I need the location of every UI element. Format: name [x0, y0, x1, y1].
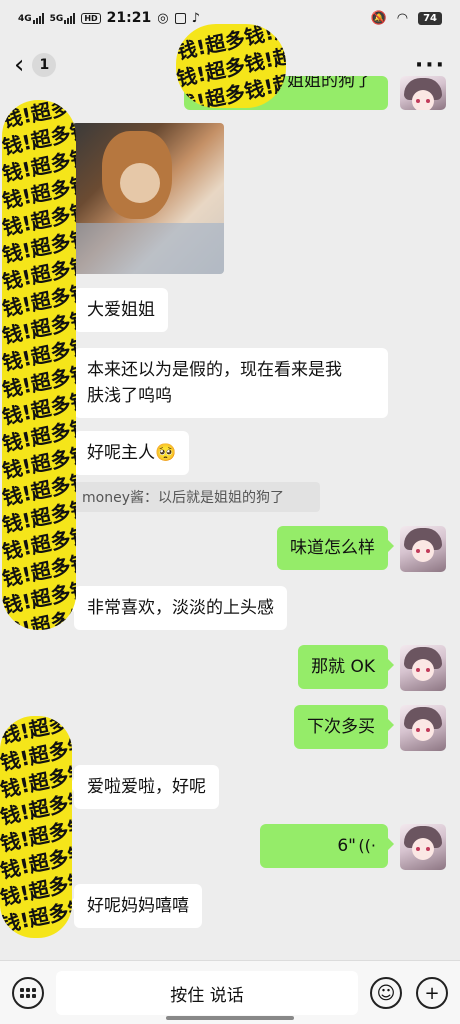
- tiktok-icon: ♪: [191, 10, 200, 26]
- message-outgoing[interactable]: 下次多买: [294, 705, 394, 749]
- self-avatar[interactable]: [400, 645, 446, 691]
- self-avatar[interactable]: [400, 76, 446, 110]
- message-incoming[interactable]: 非常喜欢，淡淡的上头感: [68, 586, 287, 630]
- message-incoming[interactable]: 好呢主人🥺: [67, 431, 190, 475]
- self-avatar[interactable]: [400, 526, 446, 572]
- input-bar: 按住 说话 ☺ +: [0, 960, 460, 1024]
- watermark-sticker: 钱!超多钱!超多钱!超多 钱!超多钱!超多钱!超多 钱!超多钱!超多钱!超多 钱!超…: [2, 100, 76, 630]
- message-incoming[interactable]: 爱啦爱啦，好呢: [68, 765, 219, 809]
- app-icon: [174, 12, 186, 24]
- plus-icon[interactable]: +: [416, 977, 448, 1009]
- emoji-icon[interactable]: ☺: [370, 977, 402, 1009]
- clock: 21:21: [106, 10, 152, 26]
- voice-message[interactable]: 6" ((·: [260, 824, 394, 868]
- more-dots-icon[interactable]: ···: [415, 53, 446, 78]
- keyboard-icon[interactable]: [12, 977, 44, 1009]
- message-incoming[interactable]: 大爱姐姐: [68, 288, 168, 332]
- hold-to-talk-button[interactable]: 按住 说话: [56, 971, 358, 1015]
- hd-icon: HD: [81, 12, 101, 24]
- message-incoming[interactable]: 本来还以为是假的，现在看来是我 肤浅了呜呜: [68, 348, 388, 418]
- image-message[interactable]: [72, 123, 224, 274]
- unread-badge: 1: [32, 53, 57, 77]
- signal-5g: 5G: [50, 12, 76, 24]
- voice-wave-icon: ((·: [358, 836, 376, 855]
- self-avatar[interactable]: [400, 824, 446, 870]
- wifi-icon: ◠: [396, 10, 409, 26]
- self-avatar[interactable]: [400, 705, 446, 751]
- message-outgoing[interactable]: 味道怎么样: [277, 526, 394, 570]
- mute-icon: 🔕: [370, 10, 387, 26]
- message-incoming[interactable]: 好呢妈妈嘻嘻: [68, 884, 202, 928]
- voice-duration: 6": [337, 836, 356, 856]
- message-outgoing[interactable]: 那就 OK: [298, 645, 394, 689]
- battery-indicator: 74: [418, 11, 442, 25]
- quoted-message[interactable]: money酱：以后就是姐姐的狗了: [74, 482, 320, 512]
- signal-4g: 4G: [18, 12, 44, 24]
- chevron-left-icon: ‹: [14, 50, 25, 80]
- wechat-icon: ◎: [157, 10, 169, 26]
- back-button[interactable]: ‹ 1: [14, 50, 57, 80]
- home-indicator: [166, 1016, 294, 1020]
- watermark-sticker: 钱!超多钱!超多钱!超多 钱!超多钱!超多钱!超多 钱!超多钱!超多钱!超多 钱!超…: [0, 716, 72, 938]
- watermark-sticker: 钱!超多钱!超多钱!超多 钱!超多钱!超多钱!超多 钱!超多钱!超多钱!超多: [176, 24, 286, 108]
